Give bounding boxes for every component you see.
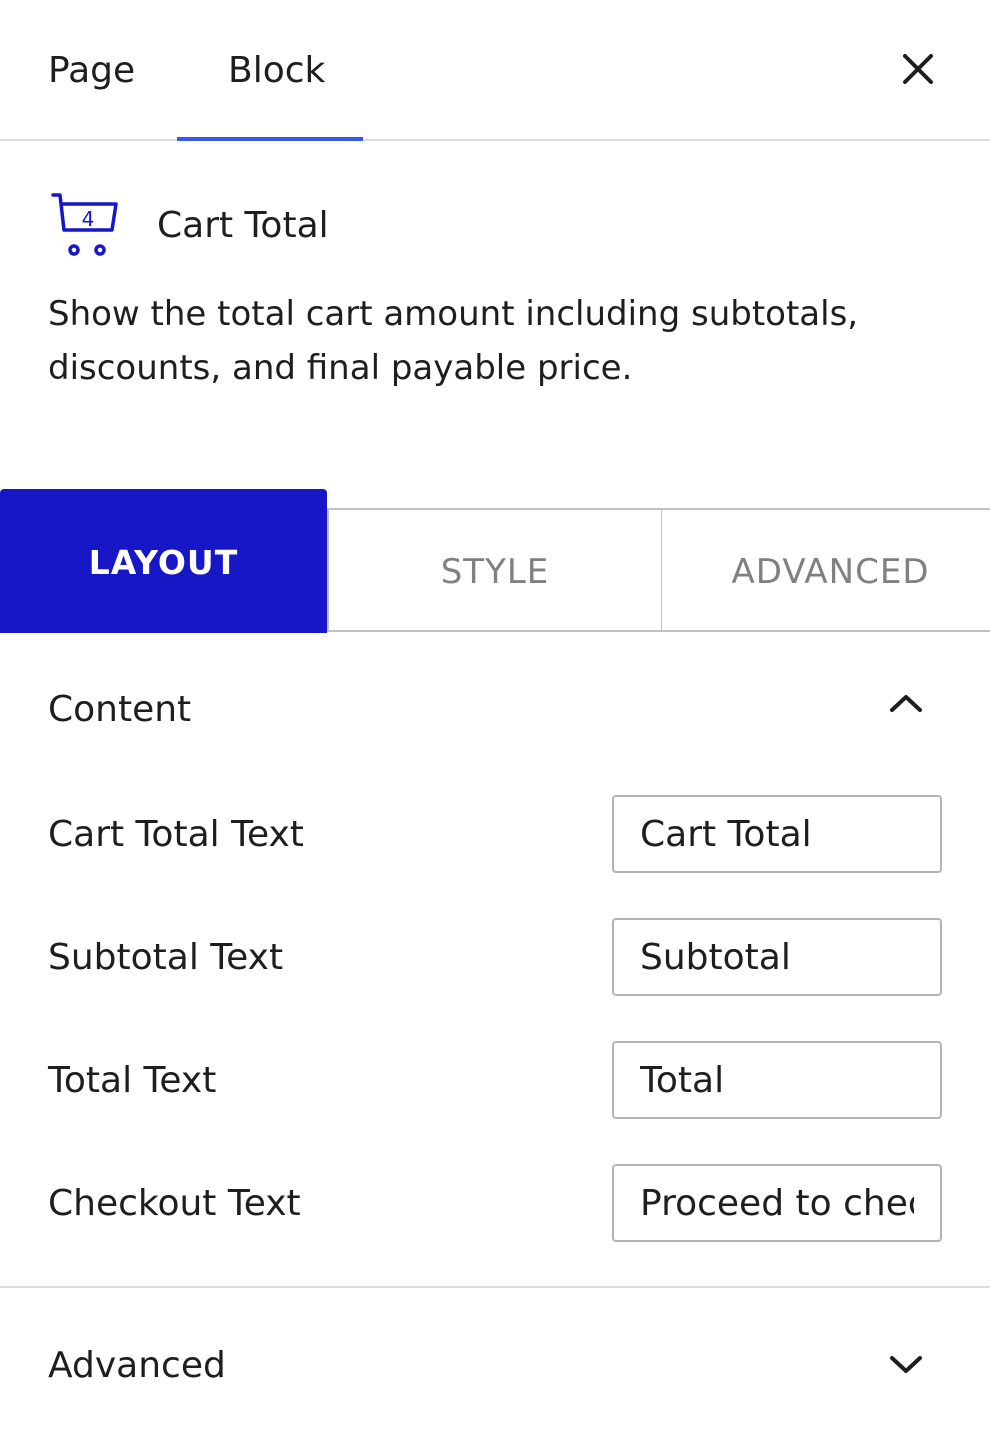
tab-page[interactable]: Page [48, 0, 135, 141]
section-divider [0, 1286, 990, 1288]
cart-total-text-label: Cart Total Text [48, 814, 304, 855]
subtotal-text-label: Subtotal Text [48, 937, 284, 978]
chevron-down-icon[interactable] [884, 1350, 928, 1380]
advanced-section-toggle[interactable]: Advanced [48, 1336, 948, 1396]
cart-icon-badge: 4 [82, 207, 95, 231]
tab-style[interactable]: STYLE [327, 508, 662, 632]
active-tab-indicator [177, 137, 363, 141]
block-description: Show the total cart amount including sub… [48, 294, 859, 388]
cart-icon: 4 [51, 193, 118, 256]
checkout-text-input[interactable] [612, 1164, 942, 1242]
content-section-title: Content [48, 689, 192, 730]
total-text-label: Total Text [48, 1060, 217, 1101]
block-title: Cart Total [157, 205, 329, 246]
checkout-text-label: Checkout Text [48, 1183, 301, 1224]
cart-total-text-input[interactable] [612, 795, 942, 873]
settings-tabs: STYLE ADVANCED LAYOUT [0, 489, 990, 633]
content-section-toggle[interactable]: Content [48, 680, 948, 740]
chevron-up-icon[interactable] [884, 688, 928, 718]
subtotal-text-input[interactable] [612, 918, 942, 996]
close-button[interactable] [893, 44, 943, 94]
block-settings-panel: Page Block 4 Cart Total Show the total c… [0, 0, 990, 1437]
tab-block[interactable]: Block [228, 0, 325, 141]
advanced-section-title: Advanced [48, 1345, 226, 1386]
sidebar-tabs: Page Block [0, 0, 990, 141]
close-icon [903, 54, 933, 84]
tab-advanced[interactable]: ADVANCED [661, 508, 990, 632]
total-text-input[interactable] [612, 1041, 942, 1119]
tab-layout[interactable]: LAYOUT [0, 489, 327, 633]
